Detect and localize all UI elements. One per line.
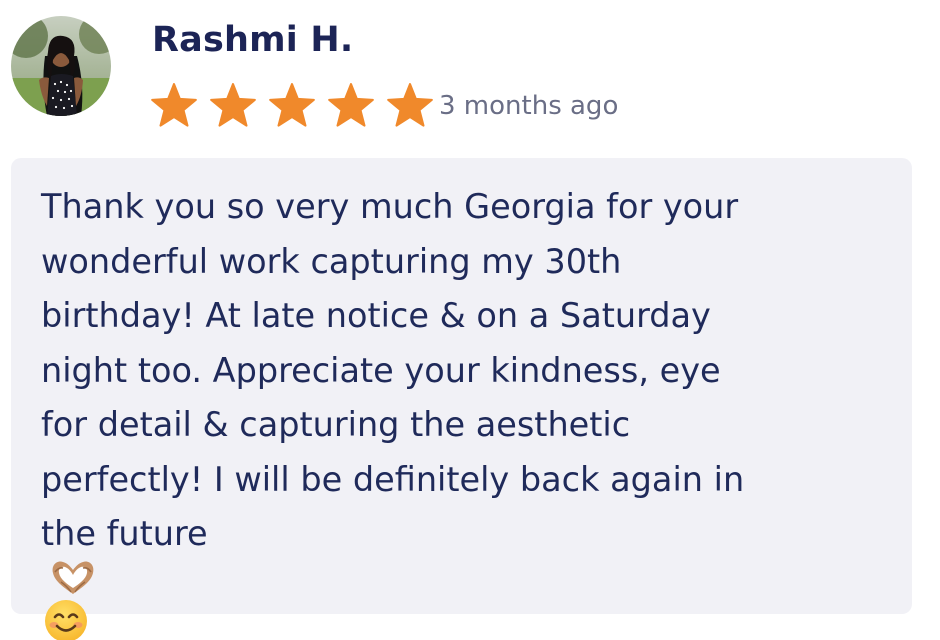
review-text-line: Thank you so very much Georgia for your xyxy=(41,187,739,226)
review-card: Rashmi H. 3 months ago Thank you so very… xyxy=(0,0,940,640)
rating-row: 3 months ago xyxy=(150,82,618,130)
review-text-line: birthday! At late notice & on a Saturday xyxy=(41,296,711,335)
star-icon xyxy=(150,82,198,130)
star-icon xyxy=(327,82,375,130)
review-text-last-line: the future xyxy=(41,507,882,640)
review-text-line: night too. Appreciate your kindness, eye xyxy=(41,350,721,390)
smiling-face-emoji xyxy=(43,598,882,640)
review-text-line: perfectly! I will be definitely back aga… xyxy=(41,459,745,499)
avatar xyxy=(11,16,111,116)
heart-hands-emoji xyxy=(49,558,882,598)
review-text-line: for detail & capturing the aesthetic xyxy=(41,405,631,444)
star-icon xyxy=(386,82,434,130)
review-body: Thank you so very much Georgia for your … xyxy=(11,158,912,640)
review-timestamp: 3 months ago xyxy=(439,91,619,121)
star-icon xyxy=(268,82,316,130)
star-rating xyxy=(150,82,445,130)
review-text-line: the future xyxy=(41,514,208,553)
review-text-line: wonderful work capturing my 30th xyxy=(41,241,622,281)
star-icon xyxy=(209,82,257,130)
reviewer-name: Rashmi H. xyxy=(152,20,354,60)
review-text: Thank you so very much Georgia for your … xyxy=(41,180,882,640)
